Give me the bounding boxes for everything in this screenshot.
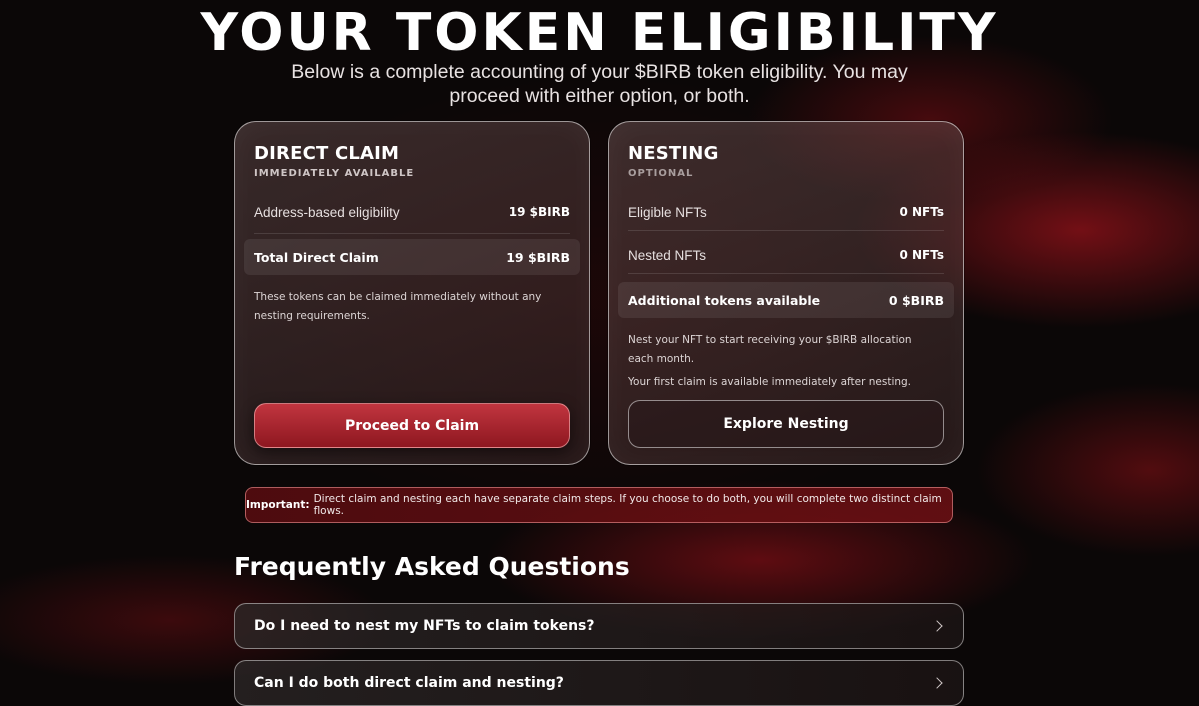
row-value: 0 NFTs	[899, 205, 944, 219]
row-label: Address-based eligibility	[254, 204, 400, 220]
row-label: Nested NFTs	[628, 247, 707, 263]
nesting-card: NESTING OPTIONAL Eligible NFTs 0 NFTs Ne…	[608, 121, 964, 465]
card-subtitle: IMMEDIATELY AVAILABLE	[254, 168, 415, 179]
eligibility-row: Address-based eligibility 19 $BIRB	[254, 202, 570, 222]
faq-item[interactable]: Can I do both direct claim and nesting?	[234, 660, 964, 706]
important-label: Important:	[246, 499, 310, 511]
chevron-right-icon	[931, 620, 943, 632]
important-banner: Important: Direct claim and nesting each…	[245, 487, 953, 523]
total-value: 19 $BIRB	[506, 249, 570, 265]
explore-nesting-button[interactable]: Explore Nesting	[628, 400, 944, 448]
row-value: 0 NFTs	[899, 248, 944, 262]
faq-item[interactable]: Do I need to nest my NFTs to claim token…	[234, 603, 964, 649]
card-subtitle: OPTIONAL	[628, 168, 694, 179]
total-value: 0 $BIRB	[888, 292, 944, 308]
nested-nfts-row: Nested NFTs 0 NFTs	[628, 245, 944, 265]
chevron-right-icon	[931, 677, 943, 689]
card-title: DIRECT CLAIM	[254, 143, 400, 164]
row-label: Eligible NFTs	[628, 204, 707, 220]
important-text: Direct claim and nesting each have separ…	[313, 493, 942, 517]
proceed-to-claim-button[interactable]: Proceed to Claim	[254, 403, 570, 448]
direct-claim-card: DIRECT CLAIM IMMEDIATELY AVAILABLE Addre…	[234, 121, 590, 465]
nesting-note: Nest your NFT to start receiving your $B…	[628, 334, 912, 365]
faq-question: Do I need to nest my NFTs to claim token…	[254, 618, 595, 634]
divider	[628, 230, 944, 231]
row-value: 19 $BIRB	[508, 205, 570, 219]
page-title: YOUR TOKEN ELIGIBILITY	[200, 3, 999, 63]
faq-title: Frequently Asked Questions	[234, 552, 630, 581]
additional-tokens-row: Additional tokens available 0 $BIRB	[618, 282, 954, 318]
nesting-note-first-claim: Your first claim is available immediatel…	[628, 376, 912, 388]
total-label: Total Direct Claim	[254, 249, 379, 265]
total-direct-claim-row: Total Direct Claim 19 $BIRB	[244, 239, 580, 275]
divider	[254, 233, 570, 234]
direct-claim-note: These tokens can be claimed immediately …	[254, 291, 542, 322]
eligible-nfts-row: Eligible NFTs 0 NFTs	[628, 202, 944, 222]
faq-question: Can I do both direct claim and nesting?	[254, 675, 564, 691]
divider	[628, 273, 944, 274]
card-title: NESTING	[628, 143, 719, 164]
total-label: Additional tokens available	[628, 292, 821, 308]
page-subtitle: Below is a complete accounting of your $…	[291, 61, 908, 107]
